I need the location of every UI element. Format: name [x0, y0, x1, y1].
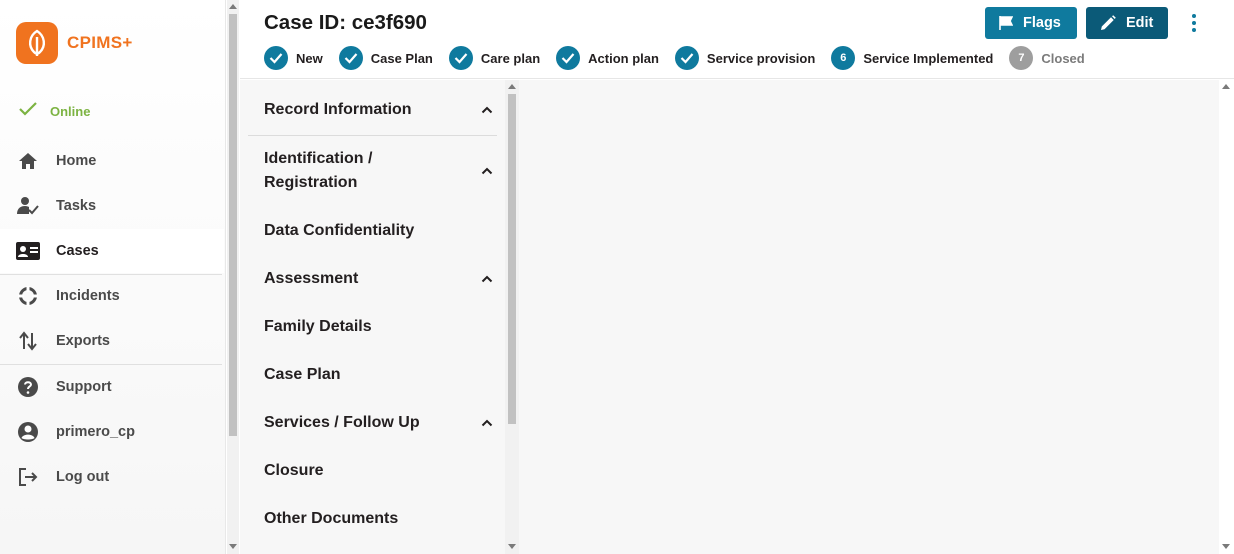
form-section-services-follow-up[interactable]: Services / Follow Up — [264, 411, 497, 435]
account-icon — [16, 420, 40, 444]
pencil-icon — [1101, 15, 1116, 30]
workflow-step-service-provision: Service provision — [674, 46, 816, 70]
workflow-step-action-plan: Action plan — [556, 46, 659, 70]
more-options-icon[interactable] — [1184, 12, 1204, 34]
nav-item-label: Tasks — [56, 198, 97, 214]
scroll-down-arrow-icon[interactable] — [508, 544, 516, 549]
chevron-up-icon — [481, 106, 493, 114]
incidents-icon — [16, 284, 40, 308]
nav-item-logout[interactable]: Log out — [0, 455, 224, 499]
step-label: Service provision — [706, 50, 816, 66]
workflow-step-new: New — [264, 46, 323, 70]
step-check-icon — [556, 46, 581, 70]
chevron-up-icon — [481, 167, 493, 175]
form-sections-list: Record Information Identification / Regi… — [240, 80, 519, 554]
form-section-label: Data Confidentiality — [264, 222, 415, 239]
step-label: Action plan — [588, 50, 659, 66]
step-check-icon — [264, 46, 288, 70]
nav-item-label: Support — [56, 379, 112, 395]
workflow-step-service-implemented: 6 Service Implemented — [831, 46, 993, 70]
flags-button[interactable]: Flags — [985, 7, 1077, 39]
page-title: Case ID: ce3f690 — [264, 11, 427, 34]
edit-button-label: Edit — [1126, 15, 1154, 31]
step-label: Closed — [1041, 50, 1085, 66]
step-check-icon — [448, 46, 473, 70]
form-section-assessment[interactable]: Assessment — [264, 267, 497, 291]
form-section-closure[interactable]: Closure — [264, 459, 497, 483]
forms-scrollbar[interactable] — [505, 80, 519, 554]
logo-text: CPIMS+ — [67, 33, 133, 52]
form-section-label: Other Documents — [264, 510, 399, 527]
app-logo[interactable]: CPIMS+ — [16, 22, 133, 64]
content-scrollbar[interactable] — [1219, 80, 1234, 554]
form-section-label: Identification / Registration — [264, 150, 373, 191]
step-number: 6 — [831, 46, 856, 70]
tasks-icon — [16, 194, 40, 218]
nav-item-label: Cases — [56, 243, 99, 259]
scroll-down-arrow-icon[interactable] — [229, 544, 237, 549]
logo-mark-icon — [16, 22, 58, 64]
form-section-label: Record Information — [264, 101, 412, 118]
nav-item-label: Exports — [56, 333, 110, 349]
nav-item-label: primero_cp — [56, 424, 135, 440]
chevron-up-icon — [481, 419, 493, 427]
check-icon — [18, 101, 38, 122]
nav-item-account[interactable]: primero_cp — [0, 410, 224, 454]
step-number: 7 — [1009, 46, 1034, 70]
step-check-icon — [338, 46, 363, 70]
step-label: Service Implemented — [863, 50, 994, 66]
nav-item-label: Log out — [56, 469, 110, 485]
form-section-case-plan[interactable]: Case Plan — [264, 363, 497, 387]
workflow-step-care-plan: Care plan — [448, 46, 541, 70]
edit-button[interactable]: Edit — [1086, 7, 1168, 39]
nav-item-tasks[interactable]: Tasks — [0, 184, 224, 228]
form-divider — [248, 135, 497, 136]
nav-item-home[interactable]: Home — [0, 139, 224, 183]
nav-item-cases[interactable]: Cases — [0, 229, 224, 273]
workflow-stepper: New Case Plan Care plan Action plan Serv… — [264, 46, 1101, 70]
cases-icon — [16, 239, 40, 263]
workflow-step-closed: 7 Closed — [1009, 46, 1085, 70]
form-section-record-information[interactable]: Record Information — [264, 98, 497, 122]
scroll-up-arrow-icon[interactable] — [1222, 84, 1230, 89]
exports-icon — [16, 329, 40, 353]
nav-item-support[interactable]: Support — [0, 365, 224, 409]
form-section-other-documents[interactable]: Other Documents — [264, 507, 497, 531]
online-status: Online — [18, 101, 90, 122]
form-section-identification-registration[interactable]: Identification / Registration — [264, 147, 497, 195]
form-section-family-details[interactable]: Family Details — [264, 315, 497, 339]
step-label: New — [296, 50, 323, 66]
form-section-label: Assessment — [264, 270, 359, 287]
forms-scrollbar-thumb[interactable] — [508, 94, 516, 424]
home-icon — [16, 149, 40, 173]
logout-icon — [16, 465, 40, 489]
nav-item-exports[interactable]: Exports — [0, 319, 224, 363]
workflow-step-case-plan: Case Plan — [338, 46, 433, 70]
scroll-up-arrow-icon[interactable] — [508, 84, 516, 89]
nav-item-incidents[interactable]: Incidents — [0, 274, 224, 318]
nav-item-label: Home — [56, 153, 97, 169]
form-section-label: Services / Follow Up — [264, 414, 420, 431]
online-label: Online — [50, 104, 91, 119]
step-label: Care plan — [480, 50, 541, 66]
form-section-label: Family Details — [264, 318, 372, 335]
form-content-area — [519, 80, 1219, 554]
form-section-label: Closure — [264, 462, 324, 479]
scroll-down-arrow-icon[interactable] — [1222, 544, 1230, 549]
nav-scrollbar[interactable] — [227, 0, 239, 554]
scroll-up-arrow-icon[interactable] — [229, 4, 237, 9]
form-section-data-confidentiality[interactable]: Data Confidentiality — [264, 219, 497, 243]
nav-item-label: Incidents — [56, 288, 120, 304]
step-label: Case Plan — [370, 50, 433, 66]
flag-icon — [999, 16, 1013, 30]
form-section-label: Case Plan — [264, 366, 341, 383]
record-header: Case ID: ce3f690 Flags Edit New Case Pla… — [240, 0, 1234, 79]
step-check-icon — [674, 46, 699, 70]
help-icon — [16, 375, 40, 399]
nav-scrollbar-thumb[interactable] — [229, 14, 237, 436]
flags-button-label: Flags — [1023, 15, 1061, 31]
chevron-up-icon — [481, 275, 493, 283]
main-navigation: CPIMS+ Online Home Tasks Cases Incidents… — [0, 0, 226, 554]
